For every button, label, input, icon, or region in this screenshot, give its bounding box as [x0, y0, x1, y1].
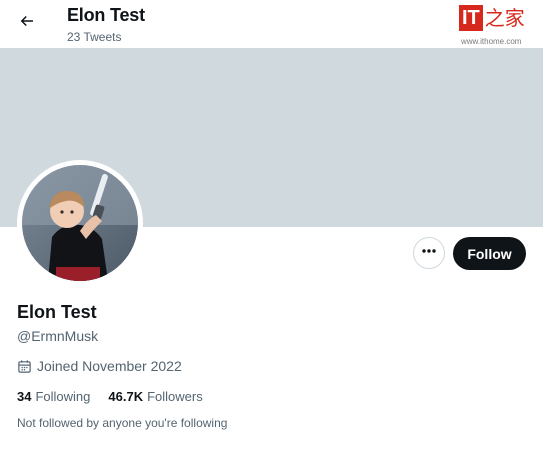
following-label: Following	[35, 389, 91, 404]
watermark-logo-text: IT	[459, 5, 483, 31]
arrow-left-icon	[18, 12, 36, 35]
ithome-logo: IT 之家	[459, 5, 525, 31]
profile-header: Elon Test 23 Tweets IT 之家 www.ithome.com	[0, 0, 543, 48]
header-title: Elon Test	[67, 5, 145, 25]
avatar-image	[22, 165, 138, 281]
followed-by-text: Not followed by anyone you're following	[17, 416, 228, 430]
back-button[interactable]	[12, 8, 42, 38]
followers-count: 46.7K	[108, 389, 144, 404]
display-name: Elon Test	[17, 302, 97, 322]
calendar-icon	[17, 359, 32, 374]
joined-date: Joined November 2022	[17, 358, 182, 374]
joined-text: Joined November 2022	[37, 358, 182, 374]
following-count: 34	[17, 389, 32, 404]
follow-counts: 34 Following 46.7K Followers	[17, 389, 203, 404]
follow-button[interactable]: Follow	[453, 237, 526, 270]
following-link[interactable]: 34 Following	[17, 389, 90, 404]
more-dots-icon	[421, 243, 437, 264]
watermark-logo-chinese: 之家	[484, 6, 525, 30]
avatar[interactable]	[17, 160, 143, 286]
more-options-button[interactable]	[413, 237, 445, 269]
profile-page: Elon Test 23 Tweets IT 之家 www.ithome.com	[0, 0, 543, 453]
followers-label: Followers	[147, 389, 203, 404]
user-handle: @ErmnMusk	[17, 328, 99, 344]
ithome-watermark: IT 之家 www.ithome.com	[459, 5, 535, 49]
tweet-count: 23 Tweets	[67, 30, 122, 44]
watermark-url: www.ithome.com	[461, 37, 522, 46]
followers-link[interactable]: 46.7K Followers	[108, 389, 202, 404]
